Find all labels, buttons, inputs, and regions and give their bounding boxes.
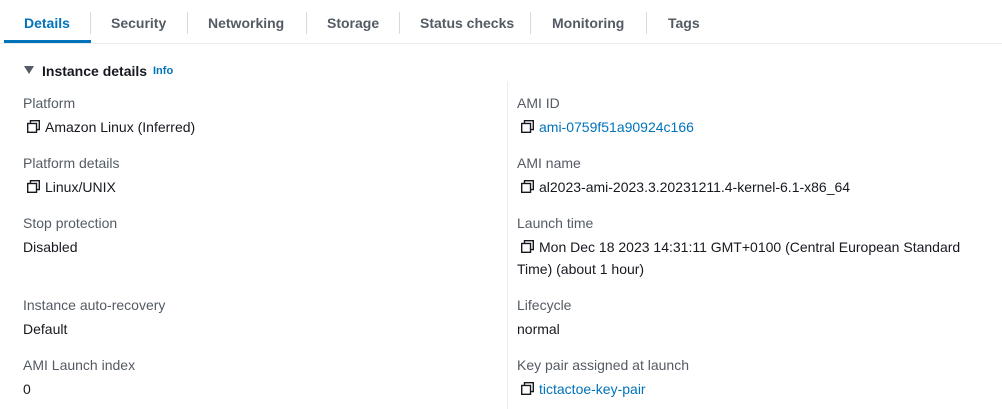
field-label: Stop protection <box>23 215 118 231</box>
tab-tags[interactable]: Tags <box>668 0 700 44</box>
copy-icon[interactable] <box>521 240 534 253</box>
field-stop-protection: Stop protection Disabled <box>23 214 117 258</box>
auto-recovery-value: Default <box>23 321 68 337</box>
tab-status-checks[interactable]: Status checks <box>420 0 514 44</box>
field-label: Instance auto-recovery <box>23 297 166 313</box>
field-value: tictactoe-key-pair <box>517 378 689 400</box>
column-divider <box>507 82 508 409</box>
copy-icon[interactable] <box>521 382 534 395</box>
tab-storage[interactable]: Storage <box>327 0 379 44</box>
field-value: ami-0759f51a90924c166 <box>517 116 694 138</box>
field-label: AMI Launch index <box>23 357 136 373</box>
caret-down-icon[interactable] <box>24 66 34 74</box>
active-tab-indicator <box>4 40 91 43</box>
platform-details-value: Linux/UNIX <box>45 179 116 195</box>
field-value: Mon Dec 18 2023 14:31:11 GMT+0100 (Centr… <box>517 236 960 258</box>
tab-separator <box>187 12 188 34</box>
tab-separator <box>530 12 531 34</box>
field-ami-id: AMI ID ami-0759f51a90924c166 <box>517 94 694 138</box>
field-label: Lifecycle <box>517 297 572 313</box>
tab-details[interactable]: Details <box>24 0 70 44</box>
tab-bar: Details Security Networking Storage Stat… <box>0 0 1002 44</box>
field-platform: Platform Amazon Linux (Inferred) <box>23 94 195 138</box>
tab-separator <box>399 12 400 34</box>
field-label: Launch time <box>517 215 594 231</box>
copy-icon[interactable] <box>521 120 534 133</box>
tab-security[interactable]: Security <box>111 0 166 44</box>
tab-separator <box>306 12 307 34</box>
key-pair-link[interactable]: tictactoe-key-pair <box>539 381 646 397</box>
platform-value: Amazon Linux (Inferred) <box>45 119 196 135</box>
tab-separator <box>90 12 91 34</box>
copy-icon[interactable] <box>521 180 534 193</box>
section-title: Instance details <box>42 63 148 79</box>
field-value: al2023-ami-2023.3.20231211.4-kernel-6.1-… <box>517 176 850 198</box>
stop-protection-value: Disabled <box>23 239 78 255</box>
field-launch-time: Launch time Mon Dec 18 2023 14:31:11 GMT… <box>517 214 960 280</box>
field-ami-launch-index: AMI Launch index 0 <box>23 356 135 400</box>
field-value: Linux/UNIX <box>23 176 119 198</box>
field-value: Amazon Linux (Inferred) <box>23 116 195 138</box>
lifecycle-value: normal <box>517 321 560 337</box>
copy-icon[interactable] <box>27 180 40 193</box>
field-auto-recovery: Instance auto-recovery Default <box>23 296 165 340</box>
field-label: Key pair assigned at launch <box>517 357 689 373</box>
launch-time-value: Mon Dec 18 2023 14:31:11 GMT+0100 (Centr… <box>539 239 961 255</box>
tab-monitoring[interactable]: Monitoring <box>552 0 624 44</box>
info-link[interactable]: Info <box>153 65 173 77</box>
field-label: Platform <box>23 95 76 111</box>
tab-networking[interactable]: Networking <box>208 0 284 44</box>
tab-separator <box>646 12 647 34</box>
launch-time-value-continued: Time) (about 1 hour) <box>517 261 645 277</box>
field-lifecycle: Lifecycle normal <box>517 296 571 340</box>
ami-name-value: al2023-ami-2023.3.20231211.4-kernel-6.1-… <box>539 179 851 195</box>
field-label: Platform details <box>23 155 120 171</box>
field-platform-details: Platform details Linux/UNIX <box>23 154 119 198</box>
field-label: AMI ID <box>517 95 560 111</box>
field-label: AMI name <box>517 155 581 171</box>
field-key-pair: Key pair assigned at launch tictactoe-ke… <box>517 356 689 400</box>
ami-launch-index-value: 0 <box>23 381 31 397</box>
ami-id-link[interactable]: ami-0759f51a90924c166 <box>539 119 694 135</box>
copy-icon[interactable] <box>27 120 40 133</box>
field-ami-name: AMI name al2023-ami-2023.3.20231211.4-ke… <box>517 154 850 198</box>
